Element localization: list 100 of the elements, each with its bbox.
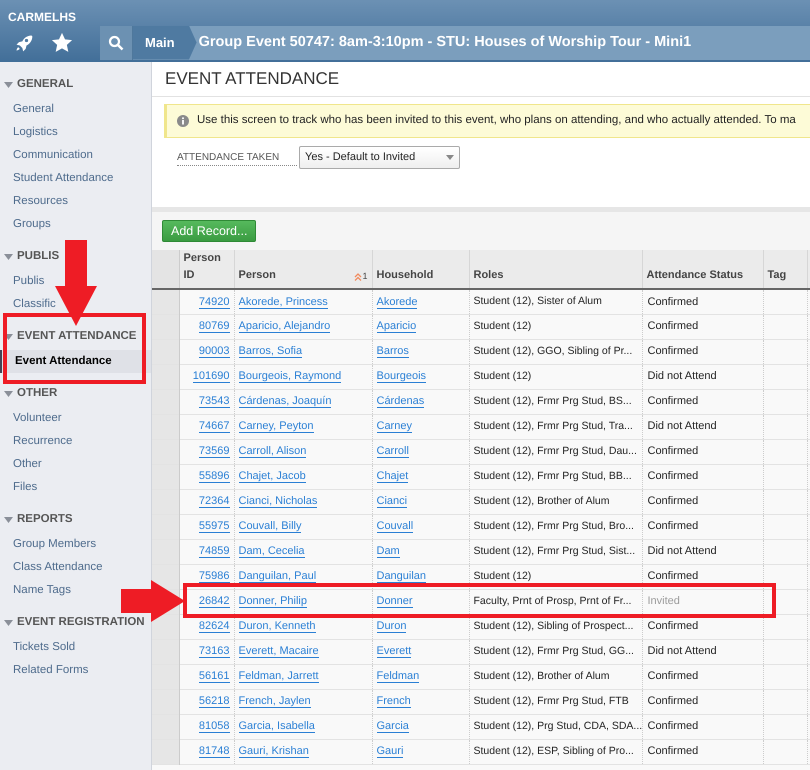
section-heading: GENERAL (17, 77, 74, 92)
household-link[interactable]: Cianci (376, 495, 408, 508)
star-icon[interactable] (51, 32, 73, 54)
attendance-taken-dropdown[interactable]: Yes - Default to Invited (299, 146, 460, 169)
sidebar-item[interactable]: Related Forms (13, 659, 88, 682)
sidebar-item[interactable]: Resources (13, 190, 68, 213)
household-link[interactable]: Aparicio (376, 320, 416, 334)
household-link[interactable]: Barros (376, 345, 409, 358)
person-id-link[interactable]: 73163 (198, 645, 230, 658)
person-link[interactable]: Chajet, Jacob (238, 470, 306, 484)
person-id-link[interactable]: 26842 (198, 595, 230, 608)
table-cell: Confirmed (642, 314, 763, 339)
sidebar-item[interactable]: Files (13, 476, 38, 499)
household-link[interactable]: Garcia (376, 720, 409, 734)
column-header[interactable]: Household (372, 250, 469, 289)
table-cell: Student (12), Frmr Prg Stud, Bro... (469, 514, 642, 539)
sidebar-item[interactable]: Name Tags (13, 579, 71, 602)
person-id-link[interactable]: 56218 (198, 695, 230, 708)
household-link[interactable]: Bourgeois (376, 370, 426, 384)
household-link[interactable]: Carroll (376, 445, 409, 458)
sidebar-item[interactable]: Group Members (13, 533, 96, 556)
person-id-link[interactable]: 81058 (198, 720, 230, 734)
sidebar-item[interactable]: General (13, 98, 54, 121)
household-link[interactable]: Duron (376, 620, 406, 634)
person-id-link[interactable]: 101690 (192, 370, 230, 384)
column-header[interactable]: Person (238, 266, 276, 283)
person-link[interactable]: Aparicio, Alejandro (238, 320, 330, 334)
column-header[interactable]: Person ID (179, 250, 234, 289)
household-link[interactable]: Gauri (376, 745, 404, 758)
table-cell: Student (12), Sister of Alum (469, 289, 642, 314)
sidebar-item[interactable]: Classific (13, 293, 56, 316)
sidebar-item[interactable]: Tickets Sold (13, 636, 76, 659)
person-id-link[interactable]: 73543 (198, 395, 230, 408)
collapse-caret-icon[interactable] (4, 82, 13, 88)
column-header[interactable]: Tag (763, 250, 807, 289)
person-link[interactable]: Couvall, Billy (238, 520, 302, 534)
table-cell: Student (12), Frmr Prg Stud, FTB (469, 689, 642, 714)
collapse-caret-icon[interactable] (4, 517, 13, 523)
household-link[interactable]: Chajet (376, 470, 408, 484)
household-link[interactable]: Carney (376, 420, 412, 434)
person-link[interactable]: Duron, Kenneth (238, 620, 316, 634)
column-header[interactable]: Attendance Status (642, 250, 763, 289)
household-link[interactable]: Akorede (376, 296, 418, 308)
search-button[interactable] (100, 26, 133, 60)
person-id-link[interactable]: 72364 (198, 495, 230, 508)
person-link[interactable]: Dam, Cecelia (238, 545, 305, 558)
sidebar-item[interactable]: Communication (13, 144, 93, 167)
person-id-link[interactable]: 74920 (198, 296, 230, 308)
person-link[interactable]: Donner, Philip (238, 595, 307, 608)
person-link[interactable]: Akorede, Princess (238, 296, 328, 308)
household-link[interactable]: Couvall (376, 520, 414, 534)
person-link[interactable]: Cárdenas, Joaquín (238, 395, 332, 408)
household-link[interactable]: Cárdenas (376, 395, 424, 408)
person-id-link[interactable]: 55975 (198, 520, 230, 534)
person-id-link[interactable]: 80769 (198, 320, 230, 334)
person-link[interactable]: French, Jaylen (238, 695, 311, 708)
household-link[interactable]: French (376, 695, 411, 708)
person-link[interactable]: Danguilan, Paul (238, 570, 316, 584)
household-link[interactable]: Donner (376, 595, 413, 608)
person-link[interactable]: Cianci, Nicholas (238, 495, 318, 508)
household-link[interactable]: Dam (376, 545, 400, 558)
collapse-caret-icon[interactable] (4, 620, 13, 626)
person-link[interactable]: Carney, Peyton (238, 420, 314, 434)
household-link[interactable]: Feldman (376, 670, 420, 684)
sidebar-item[interactable]: Other (13, 453, 42, 476)
person-id-link[interactable]: 74859 (198, 545, 230, 558)
person-link[interactable]: Garcia, Isabella (238, 720, 315, 734)
breadcrumb-link[interactable]: Main (133, 26, 197, 60)
person-id-link[interactable]: 75986 (198, 570, 230, 584)
sidebar-item[interactable]: Event Attendance (0, 350, 151, 373)
person-link[interactable]: Everett, Macaire (238, 645, 319, 658)
person-link[interactable]: Bourgeois, Raymond (238, 370, 342, 384)
sidebar-item[interactable]: Publis (13, 270, 44, 293)
person-id-link[interactable]: 56161 (198, 670, 230, 684)
household-link[interactable]: Everett (376, 645, 412, 658)
household-link[interactable]: Danguilan (376, 570, 426, 584)
rocket-icon[interactable] (14, 32, 34, 52)
person-link[interactable]: Gauri, Krishan (238, 745, 309, 758)
person-id-link[interactable]: 81748 (198, 745, 230, 758)
sidebar-item[interactable]: Logistics (13, 121, 58, 144)
person-id-link[interactable]: 74667 (198, 420, 230, 434)
sidebar-item[interactable]: Student Attendance (13, 167, 114, 190)
table-cell: Student (12), Brother of Alum (469, 664, 642, 689)
table-cell: Confirmed (642, 689, 763, 714)
person-link[interactable]: Carroll, Alison (238, 445, 306, 458)
column-header[interactable]: Roles (469, 250, 642, 289)
add-record-button[interactable]: Add Record... (162, 220, 256, 242)
sidebar-item[interactable]: Volunteer (13, 407, 62, 430)
person-link[interactable]: Barros, Sofia (238, 345, 302, 358)
sidebar-item[interactable]: Groups (13, 213, 51, 236)
sidebar-item[interactable]: Recurrence (13, 430, 72, 453)
person-id-link[interactable]: 82624 (198, 620, 230, 634)
person-id-link[interactable]: 90003 (198, 345, 230, 358)
table-cell: Student (12), Frmr Prg Stud, Tra... (469, 414, 642, 439)
collapse-caret-icon[interactable] (4, 391, 13, 397)
person-id-link[interactable]: 55896 (198, 470, 230, 484)
person-link[interactable]: Feldman, Jarrett (238, 670, 319, 684)
person-id-link[interactable]: 73569 (198, 445, 230, 458)
collapse-caret-icon[interactable] (4, 254, 13, 260)
sidebar-item[interactable]: Class Attendance (13, 556, 103, 579)
